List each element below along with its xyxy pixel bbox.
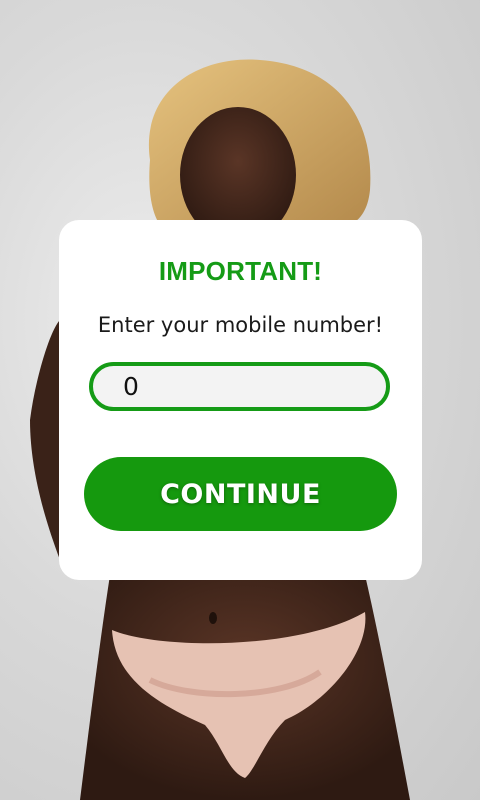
- phone-number-input[interactable]: [89, 362, 390, 411]
- modal-title: IMPORTANT!: [158, 256, 323, 286]
- phone-prompt-text: Enter your mobile number!: [97, 313, 384, 337]
- continue-button[interactable]: CONTINUE: [84, 457, 397, 531]
- phone-number-modal: IMPORTANT! Enter your mobile number! CON…: [59, 220, 422, 580]
